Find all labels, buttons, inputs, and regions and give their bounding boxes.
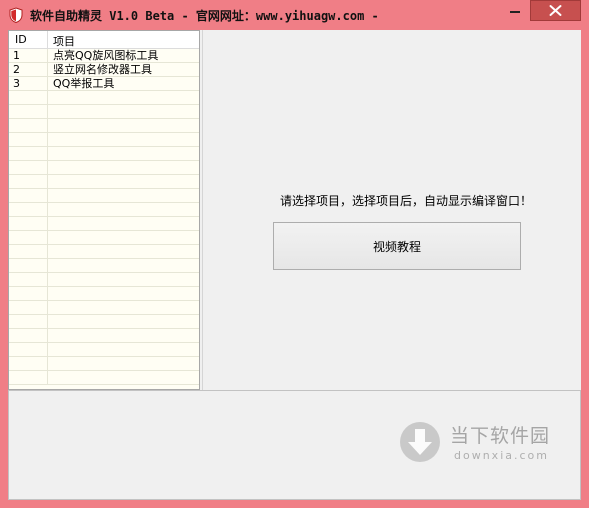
video-tutorial-button[interactable]: 视频教程 xyxy=(273,222,521,270)
item-name: 竖立网名修改器工具 xyxy=(53,63,152,76)
column-divider xyxy=(47,301,48,315)
project-list[interactable]: ID 项目 1 点亮QQ旋风图标工具 2 竖立网名修改器工具 3 QQ举报工具 xyxy=(8,30,200,390)
empty-list-row xyxy=(9,273,199,287)
column-divider xyxy=(47,49,48,63)
empty-list-row xyxy=(9,161,199,175)
empty-list-row xyxy=(9,371,199,385)
column-divider xyxy=(47,273,48,287)
column-divider xyxy=(47,189,48,203)
empty-list-row xyxy=(9,189,199,203)
column-divider xyxy=(47,31,48,48)
detail-panel: 请选择项目，选择项目后，自动显示编译窗口！ 视频教程 xyxy=(202,30,581,390)
watermark-subtitle: downxia.com xyxy=(454,449,549,462)
empty-list-row xyxy=(9,91,199,105)
window-title: 软件自助精灵 V1.0 Beta - 官网网址：www.yihuagw.com … xyxy=(30,9,379,23)
item-name: QQ举报工具 xyxy=(53,77,115,90)
empty-list-row xyxy=(9,133,199,147)
column-divider xyxy=(47,63,48,77)
empty-list-row xyxy=(9,175,199,189)
column-divider xyxy=(47,77,48,91)
column-divider xyxy=(47,133,48,147)
close-icon xyxy=(549,5,562,16)
column-divider xyxy=(47,245,48,259)
column-header-id[interactable]: ID xyxy=(15,33,27,46)
item-id: 2 xyxy=(13,63,20,76)
close-button[interactable] xyxy=(530,0,581,21)
list-header: ID 项目 xyxy=(9,31,199,49)
list-rows: 1 点亮QQ旋风图标工具 2 竖立网名修改器工具 3 QQ举报工具 xyxy=(9,49,199,385)
column-divider xyxy=(47,343,48,357)
empty-list-row xyxy=(9,245,199,259)
empty-list-row xyxy=(9,119,199,133)
item-id: 1 xyxy=(13,49,20,62)
empty-list-row xyxy=(9,357,199,371)
column-divider xyxy=(47,147,48,161)
empty-list-row xyxy=(9,287,199,301)
minimize-button[interactable] xyxy=(501,0,529,21)
column-divider xyxy=(47,217,48,231)
empty-list-row xyxy=(9,329,199,343)
watermark-title: 当下软件园 xyxy=(450,425,551,447)
column-divider xyxy=(47,315,48,329)
empty-list-row xyxy=(9,105,199,119)
column-header-name[interactable]: 项目 xyxy=(53,33,75,49)
watermark-logo: 当下软件园 downxia.com xyxy=(398,418,568,468)
empty-list-row xyxy=(9,147,199,161)
column-divider xyxy=(47,259,48,273)
column-divider xyxy=(47,231,48,245)
empty-list-row xyxy=(9,343,199,357)
column-divider xyxy=(47,371,48,385)
empty-list-row xyxy=(9,315,199,329)
empty-list-row xyxy=(9,203,199,217)
column-divider xyxy=(47,105,48,119)
empty-list-row xyxy=(9,231,199,245)
empty-list-row xyxy=(9,259,199,273)
column-divider xyxy=(47,161,48,175)
column-divider xyxy=(47,357,48,371)
column-divider xyxy=(47,175,48,189)
title-bar: 软件自助精灵 V1.0 Beta - 官网网址：www.yihuagw.com … xyxy=(0,0,589,30)
item-id: 3 xyxy=(13,77,20,90)
column-divider xyxy=(47,287,48,301)
list-item[interactable]: 2 竖立网名修改器工具 xyxy=(9,63,199,77)
download-icon xyxy=(400,422,440,462)
column-divider xyxy=(47,119,48,133)
minimize-icon xyxy=(510,11,520,13)
shield-icon xyxy=(9,7,23,23)
column-divider xyxy=(47,91,48,105)
item-name: 点亮QQ旋风图标工具 xyxy=(53,49,159,62)
hint-text: 请选择项目，选择项目后，自动显示编译窗口！ xyxy=(280,194,533,208)
empty-list-row xyxy=(9,217,199,231)
list-item[interactable]: 3 QQ举报工具 xyxy=(9,77,199,91)
column-divider xyxy=(47,203,48,217)
empty-list-row xyxy=(9,301,199,315)
list-item[interactable]: 1 点亮QQ旋风图标工具 xyxy=(9,49,199,63)
column-divider xyxy=(47,329,48,343)
